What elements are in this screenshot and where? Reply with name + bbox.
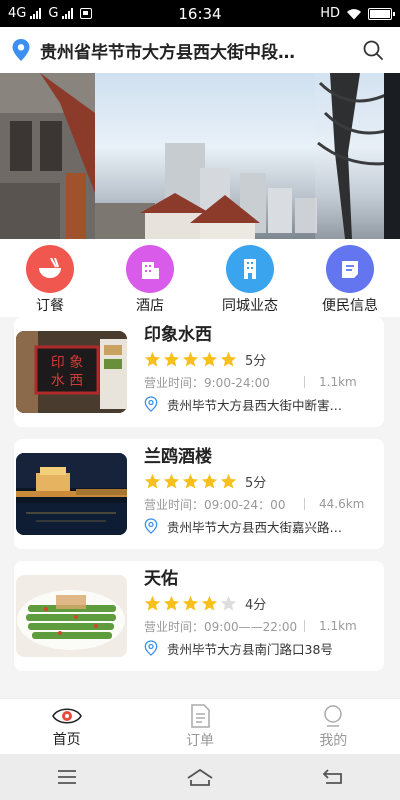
notification-icon	[80, 8, 93, 19]
business-hours: 营业时间：09:00——22:00	[144, 619, 298, 634]
building-icon	[226, 245, 274, 293]
profile-icon	[324, 704, 343, 727]
tab-home[interactable]: 首页	[0, 699, 133, 754]
category-label: 酒店	[136, 298, 164, 314]
signal-icon	[62, 8, 74, 19]
location-pin-icon[interactable]	[12, 39, 30, 61]
star-filled-icon	[182, 595, 199, 610]
star-filled-icon	[220, 351, 237, 366]
category-label: 订餐	[36, 298, 64, 314]
distance: 1.1km	[319, 375, 357, 389]
restaurant-name: 兰鸥酒楼	[144, 447, 212, 467]
category-local-business[interactable]: 同城业态	[200, 245, 300, 317]
category-label: 同城业态	[222, 298, 278, 314]
category-convenience-info[interactable]: 便民信息	[300, 245, 400, 317]
back-icon	[323, 769, 343, 784]
restaurant-card[interactable]: 天佑 4分 营业时间：09:00——22:00 1.1km 贵州毕节大方县南门路…	[14, 561, 384, 671]
tab-label: 订单	[185, 732, 214, 749]
current-location[interactable]: 贵州省毕节市大方县西大街中段…	[40, 38, 350, 63]
category-hotel[interactable]: 酒店	[100, 245, 200, 317]
restaurant-photo	[16, 575, 127, 657]
address: 贵州毕节大方县西大街中断害…	[167, 397, 343, 413]
star-filled-icon	[144, 351, 161, 366]
rating: 5分	[144, 469, 380, 493]
hotel-icon	[126, 245, 174, 293]
battery-icon	[368, 7, 395, 20]
hd-indicator: HD	[320, 6, 340, 21]
svg-text:印 象: 印 象	[51, 355, 83, 371]
star-filled-icon	[163, 595, 180, 610]
bottom-tab-bar: 首页 订单 我的	[0, 698, 400, 754]
star-filled-icon	[182, 351, 199, 366]
tab-profile[interactable]: 我的	[267, 699, 400, 754]
food-bowl-icon	[26, 245, 74, 293]
category-order-food[interactable]: 订餐	[0, 245, 100, 317]
distance: 1.1km	[319, 619, 357, 633]
restaurant-name: 天佑	[144, 569, 178, 589]
star-filled-icon	[144, 595, 161, 610]
menu-button[interactable]	[47, 757, 87, 797]
search-icon	[363, 40, 383, 60]
star-filled-icon	[220, 473, 237, 488]
restaurant-name: 印象水西	[144, 325, 212, 345]
restaurant-photo	[16, 453, 127, 535]
star-filled-icon	[182, 473, 199, 488]
banner-image[interactable]	[0, 73, 400, 239]
distance: 44.6km	[319, 497, 365, 511]
network-type-1: 4G	[8, 6, 27, 21]
divider	[304, 620, 305, 632]
tab-label: 我的	[319, 732, 348, 749]
star-filled-icon	[201, 473, 218, 488]
address: 贵州毕节大方县西大街嘉兴路…	[167, 519, 343, 535]
star-filled-icon	[201, 351, 218, 366]
star-filled-icon	[201, 595, 218, 610]
back-button[interactable]	[313, 757, 353, 797]
message-icon	[326, 245, 374, 293]
eye-icon	[51, 707, 82, 724]
signal-icon	[30, 8, 42, 19]
business-hours: 营业时间：9:00-24:00	[144, 375, 270, 390]
business-hours: 营业时间：09:00-24：00	[144, 497, 286, 512]
banner-street-scene	[0, 73, 400, 239]
rating: 4分	[144, 591, 380, 615]
system-nav-bar	[0, 754, 400, 800]
star-filled-icon	[144, 473, 161, 488]
category-grid: 订餐 酒店 同城业态 便民信息	[0, 239, 400, 317]
restaurant-photo: 印 象 水 西	[16, 331, 127, 413]
restaurant-card[interactable]: 兰鸥酒楼 5分 营业时间：09:00-24：00 44.6km 贵州毕节大方县西…	[14, 439, 384, 549]
rating: 5分	[144, 347, 380, 371]
home-button[interactable]	[180, 757, 220, 797]
search-button[interactable]	[358, 35, 388, 65]
location-pin-icon	[144, 396, 158, 412]
category-label: 便民信息	[322, 298, 378, 314]
rating-score: 5分	[245, 353, 267, 369]
rating-score: 4分	[245, 597, 267, 613]
wifi-icon	[347, 8, 361, 19]
address: 贵州毕节大方县南门路口38号	[167, 641, 333, 657]
order-list-icon	[191, 703, 210, 728]
divider	[304, 498, 305, 510]
home-icon	[187, 768, 213, 786]
menu-icon	[57, 770, 76, 784]
location-pin-icon	[144, 518, 158, 534]
network-type-2: G	[48, 6, 59, 21]
star-filled-icon	[163, 473, 180, 488]
svg-text:水 西: 水 西	[51, 373, 83, 389]
location-pin-icon	[144, 640, 158, 656]
tab-label: 首页	[52, 731, 81, 748]
tab-orders[interactable]: 订单	[133, 699, 266, 754]
restaurant-card[interactable]: 印 象 水 西 印象水西 5分 营业时间：9:00-24:00 1.1km 贵州…	[14, 317, 384, 427]
location-header: 贵州省毕节市大方县西大街中段…	[0, 27, 400, 73]
status-bar: 4G G 16:34 HD	[0, 0, 400, 27]
star-filled-icon	[163, 351, 180, 366]
divider	[304, 376, 305, 388]
rating-score: 5分	[245, 475, 267, 491]
star-empty-icon	[220, 595, 237, 610]
